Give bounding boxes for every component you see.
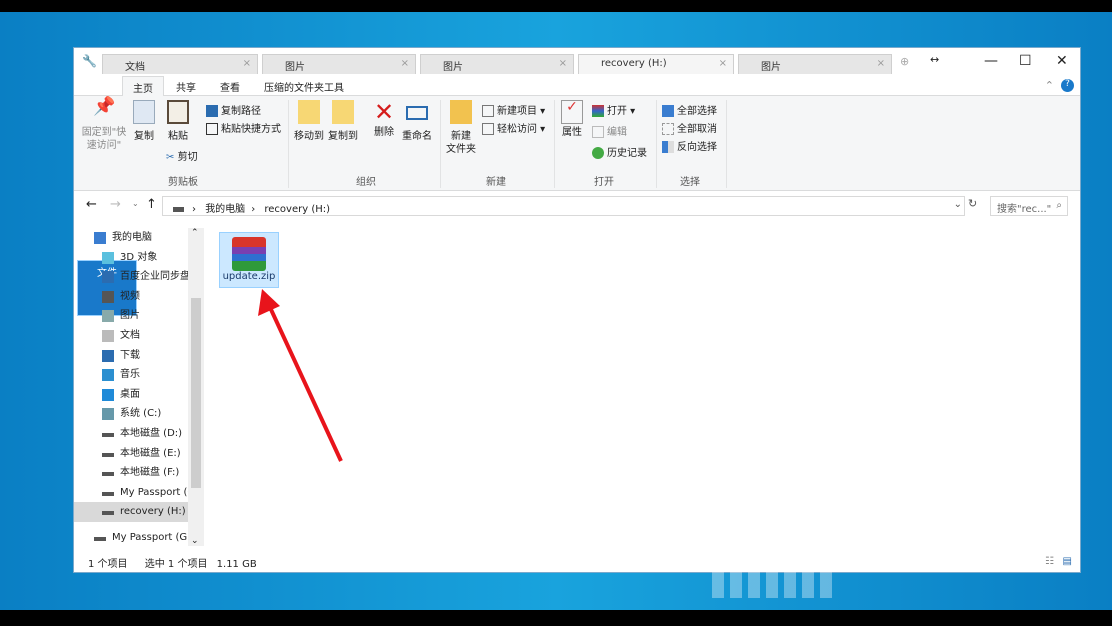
arrow-shaft <box>266 302 343 462</box>
red-annotation-arrow <box>258 289 343 462</box>
status-bar: 1 个项目 选中 1 个项目 1.11 GB ☷ ▤ <box>74 552 1080 572</box>
arrow-head <box>258 289 280 316</box>
selected-size: 1.11 GB <box>216 559 257 570</box>
large-icons-view-icon[interactable]: ▤ <box>1063 556 1072 567</box>
details-view-icon[interactable]: ☷ <box>1045 556 1054 567</box>
watermark-bars <box>712 572 832 598</box>
selected-count: 选中 1 个项目 <box>144 559 208 570</box>
item-count: 1 个项目 <box>88 559 128 570</box>
file-explorer-window: 🔧 文档 × 图片 × 图片 × recovery (H:) × 图片 × ⊕ ↔ — ☐… <box>73 47 1081 573</box>
